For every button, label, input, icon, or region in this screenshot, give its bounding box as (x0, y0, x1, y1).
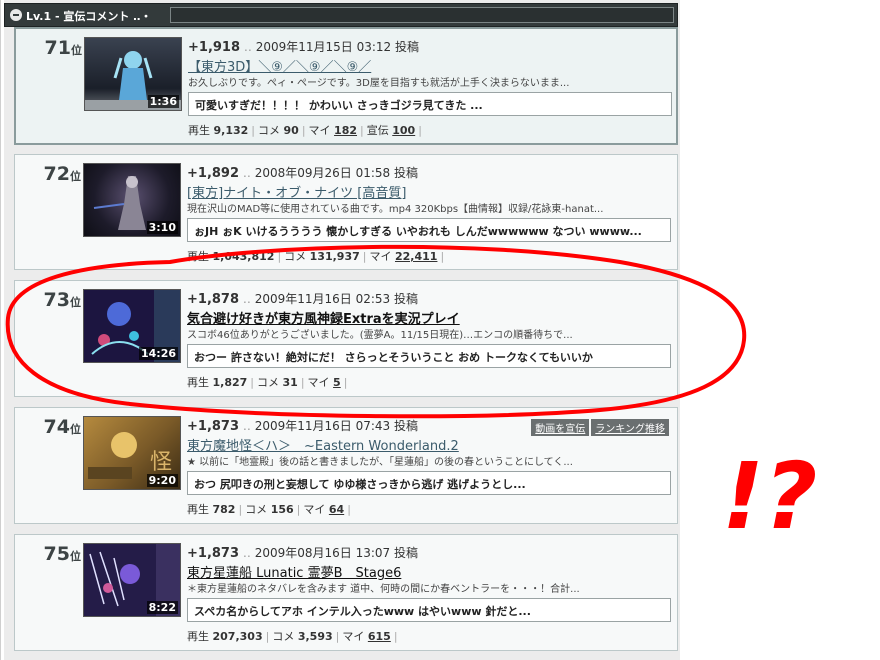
rank-label: 74位 (43, 416, 81, 438)
entry-meta: +1,878 ‥ 2009年11月16日 02:53 投稿 (187, 292, 419, 307)
mylist-count-link[interactable]: 5 (333, 376, 341, 389)
comment-box: ぉJH ぉK いけるうううう 懐かしすぎる いやおれも しんだwwwwww なつ… (187, 218, 671, 242)
ranking-entry: 73位 14:26 +1,878 ‥ 2009年11月16日 02:53 投稿 … (14, 280, 678, 397)
ranking-entry: 74位 怪 9:20 動画を宣伝 ランキング推移 +1,873 ‥ 2009年11… (14, 407, 678, 524)
video-duration: 9:20 (146, 474, 178, 487)
ad-count-link[interactable]: 100 (392, 124, 415, 137)
page-left-border (0, 0, 1, 660)
rank-label: 75位 (43, 543, 81, 565)
video-thumbnail[interactable]: 3:10 (83, 163, 181, 237)
video-description: 現在沢山のMAD等に使用されている曲です。mp4 320Kbps【曲情報】収録/… (187, 204, 604, 215)
video-thumbnail[interactable]: 8:22 (83, 543, 181, 617)
video-thumbnail[interactable]: 14:26 (83, 289, 181, 363)
video-duration: 14:26 (138, 347, 178, 360)
ranking-entry: 72位 3:10 +1,892 ‥ 2008年09月26日 01:58 投稿 [… (14, 154, 678, 270)
ranking-entry: 75位 8:22 +1,873 ‥ 2009年08月16日 13:07 投稿 東… (14, 534, 678, 651)
mylist-count-link[interactable]: 615 (368, 630, 391, 643)
rank-label: 71位 (44, 37, 82, 59)
exclaim-question-mark: !? (722, 443, 817, 550)
comment-box: おつー 許さない！絶対にだ！ さらっとそういうこと おめ トークなくてもいいか (187, 344, 671, 368)
entry-meta: +1,873 ‥ 2009年08月16日 13:07 投稿 (187, 546, 419, 561)
video-title-link[interactable]: 東方星蓮船 Lunatic 霊夢B Stage6 (187, 562, 401, 581)
video-title-link[interactable]: 気合避け好きが東方風神録Extraを実況プレイ (187, 308, 460, 327)
ranking-header: Lv.1 - 宣伝コメント ‥・ (4, 3, 678, 27)
ranking-history-button[interactable]: ランキング推移 (591, 419, 669, 436)
video-duration: 1:36 (147, 95, 179, 108)
video-stats: 再生 1,043,812 | コメ 131,937 | マイ 22,411 | (187, 250, 445, 263)
header-bar (170, 7, 674, 23)
mylist-count-link[interactable]: 22,411 (395, 250, 437, 263)
video-stats: 再生 782 | コメ 156 | マイ 64 | (187, 503, 351, 516)
svg-text:怪: 怪 (150, 450, 172, 475)
video-description: ＊東方星蓮船のネタバレを含みます 道中、何時の間にか春ベントラーを・・・！合計.… (187, 584, 580, 595)
video-thumbnail[interactable]: 1:36 (84, 37, 182, 111)
video-description: ★ 以前に「地霊殿」後の話と書きましたが、「星蓮船」の後の春ということにしてく.… (187, 457, 573, 468)
video-title-link[interactable]: 【東方3D】＼⑨／＼⑨／＼⑨／ (188, 56, 371, 75)
entry-meta: +1,892 ‥ 2008年09月26日 01:58 投稿 (187, 166, 419, 181)
advertise-video-button[interactable]: 動画を宣伝 (531, 419, 590, 436)
video-title-link[interactable]: [東方]ナイト・オブ・ナイツ [高音質] (187, 182, 406, 201)
video-description: お久しぶりです。ぺィ・ぺージです。3D屋を目指すも就活が上手く決まらないまま..… (188, 78, 570, 89)
entry-actions: 動画を宣伝 ランキング推移 (529, 417, 669, 436)
video-stats: 再生 1,827 | コメ 31 | マイ 5 | (187, 376, 348, 389)
video-title-link[interactable]: 東方魔地怪＜ハ＞ ~Eastern Wonderland.2 (187, 435, 459, 454)
mylist-count-link[interactable]: 182 (334, 124, 357, 137)
comment-box: おつ 尻叩きの刑と妄想して ゆゆ様さっきから逃げ 逃げようとし... (187, 471, 671, 495)
video-duration: 8:22 (146, 601, 178, 614)
rank-label: 72位 (43, 163, 81, 185)
header-label: Lv.1 - 宣伝コメント ‥・ (26, 10, 152, 23)
entry-meta: +1,918 ‥ 2009年11月15日 03:12 投稿 (188, 40, 420, 55)
video-stats: 再生 207,303 | コメ 3,593 | マイ 615 | (187, 630, 398, 643)
video-duration: 3:10 (146, 221, 178, 234)
rank-label: 73位 (43, 289, 81, 311)
video-thumbnail[interactable]: 怪 9:20 (83, 416, 181, 490)
comment-box: 可愛いすぎだ！！！！ かわいい さっきゴジラ見てきた ... (188, 92, 672, 116)
ranking-entry: 71位 1:36 +1,918 ‥ 2009年11月15日 03:12 投稿 【… (14, 27, 678, 145)
video-stats: 再生 9,132 | コメ 90 | マイ 182 | 宣伝 100 | (188, 124, 422, 137)
mylist-count-link[interactable]: 64 (329, 503, 344, 516)
minus-icon[interactable] (10, 9, 22, 21)
video-description: スコボ46位ありがとうございました。(霊夢A。11/15日現在)…エンコの順番待… (187, 330, 573, 341)
entry-meta: +1,873 ‥ 2009年11月16日 07:43 投稿 (187, 419, 419, 434)
comment-box: スペカ名からしてアホ インテル入ったwww はやいwww 針だと... (187, 598, 671, 622)
